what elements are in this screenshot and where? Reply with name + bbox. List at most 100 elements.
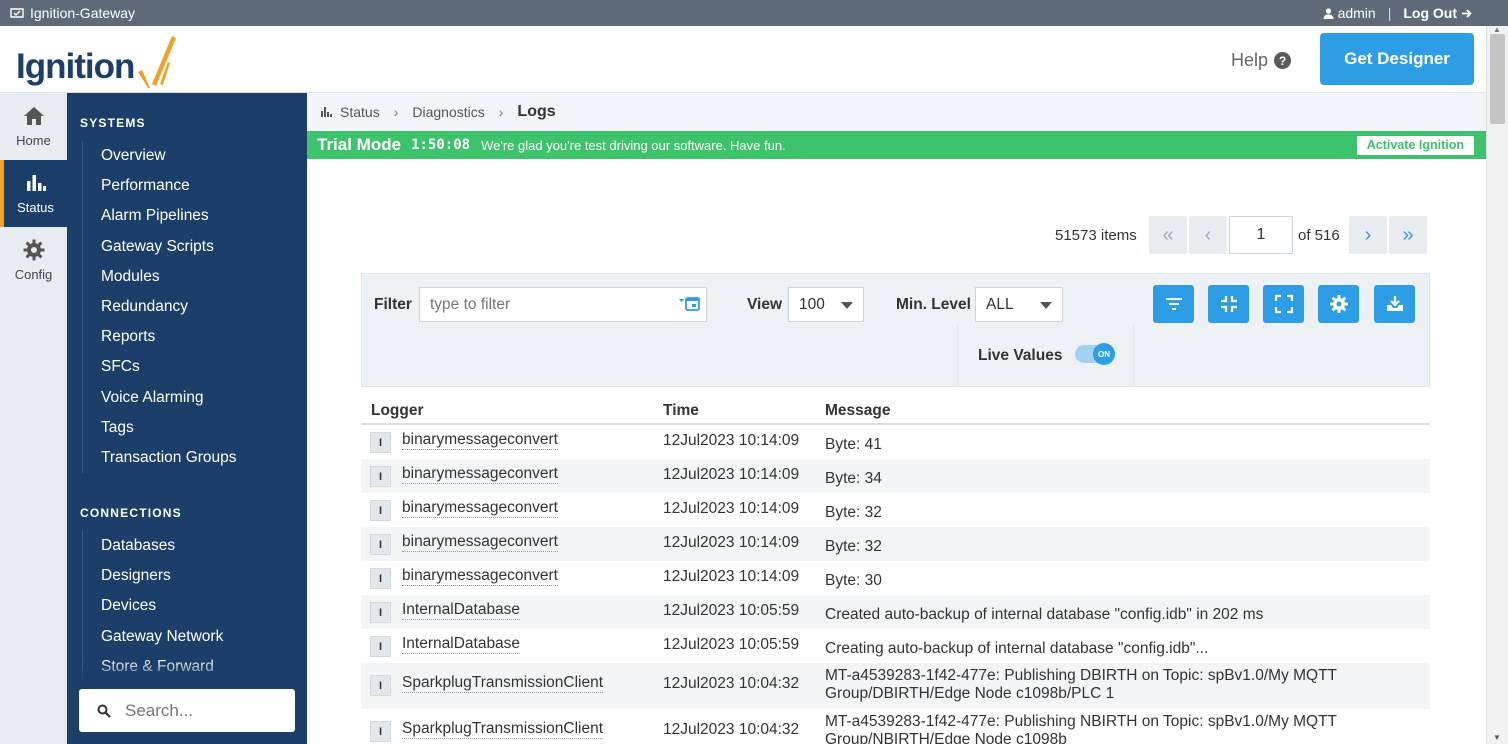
help-label: Help bbox=[1231, 50, 1269, 70]
breadcrumb-diagnostics[interactable]: Diagnostics bbox=[412, 104, 484, 120]
log-time: 12Jul2023 10:04:32 bbox=[663, 675, 800, 692]
filter-button[interactable] bbox=[1153, 285, 1194, 323]
log-message: MT-a4539283-1f42-477e: Publishing DBIRTH… bbox=[825, 667, 1337, 702]
activate-ignition-button[interactable]: Activate Ignition bbox=[1356, 136, 1474, 155]
view-label: View bbox=[747, 296, 783, 313]
user-menu[interactable]: admin bbox=[1323, 5, 1376, 21]
sidebar-item-modules[interactable]: Modules bbox=[83, 262, 287, 292]
log-time: 12Jul2023 10:05:59 bbox=[663, 636, 800, 653]
table-row: I InternalDatabase 12Jul2023 10:05:59 Creat… bbox=[361, 629, 1430, 663]
log-level-badge: I bbox=[370, 675, 391, 696]
logger-link[interactable]: InternalDatabase bbox=[402, 635, 521, 654]
column-message[interactable]: Message bbox=[825, 402, 890, 420]
sidebar-item-tags[interactable]: Tags bbox=[83, 413, 287, 443]
bar-chart-icon bbox=[321, 107, 332, 117]
sidebar-item-transaction-groups[interactable]: Transaction Groups bbox=[83, 443, 287, 473]
sidebar-search-input[interactable] bbox=[125, 700, 285, 721]
logger-link[interactable]: SparkplugTransmissionClient bbox=[402, 674, 604, 693]
collapse-button[interactable] bbox=[1208, 285, 1249, 323]
breadcrumb-current: Logs bbox=[517, 103, 556, 120]
sidebar-item-sfcs[interactable]: SFCs bbox=[83, 352, 287, 382]
systems-section-title: SYSTEMS bbox=[80, 116, 146, 130]
table-row: Ibinarymessageconvert 12Jul2023 10:14:09 B… bbox=[361, 425, 1430, 459]
gear-icon bbox=[1329, 295, 1348, 313]
logger-link[interactable]: binarymessageconvert bbox=[402, 567, 558, 586]
table-row: Ibinarymessageconvert 12Jul2023 10:14:09 B… bbox=[361, 527, 1430, 561]
table-body: Ibinarymessageconvert 12Jul2023 10:14:09 B… bbox=[361, 425, 1430, 744]
sidebar-item-reports[interactable]: Reports bbox=[83, 322, 287, 352]
download-button[interactable] bbox=[1374, 285, 1415, 323]
log-time: 12Jul2023 10:14:09 bbox=[663, 534, 800, 551]
get-designer-button[interactable]: Get Designer bbox=[1320, 33, 1474, 85]
sidebar-item-gateway-scripts[interactable]: Gateway Scripts bbox=[83, 232, 287, 262]
logout-button[interactable]: Log Out bbox=[1403, 5, 1472, 21]
trial-message: We're glad you're test driving our softw… bbox=[481, 137, 786, 153]
scrollbar-thumb[interactable] bbox=[1490, 34, 1505, 124]
expand-button[interactable] bbox=[1263, 285, 1304, 323]
sidebar: SYSTEMS Overview Performance Alarm Pipel… bbox=[67, 93, 307, 744]
log-toolbar: Filter View 100 Min. Level ALL Live Valu… bbox=[361, 273, 1430, 387]
min-level-value: ALL bbox=[986, 296, 1014, 313]
window-titlebar: Ignition-Gateway admin | Log Out bbox=[0, 0, 1508, 26]
settings-button[interactable] bbox=[1318, 285, 1359, 323]
window-title: Ignition-Gateway bbox=[10, 5, 135, 21]
breadcrumb-status[interactable]: Status bbox=[340, 104, 380, 120]
username: admin bbox=[1337, 5, 1376, 21]
scroll-up-icon[interactable]: ▲ bbox=[1493, 25, 1501, 34]
log-time: 12Jul2023 10:04:32 bbox=[663, 721, 800, 738]
sidebar-item-overview[interactable]: Overview bbox=[83, 141, 287, 171]
logger-link[interactable]: SparkplugTransmissionClient bbox=[402, 720, 604, 739]
nav-config[interactable]: Config bbox=[0, 227, 67, 294]
filter-input[interactable] bbox=[419, 287, 707, 322]
log-level-badge: I bbox=[370, 602, 391, 623]
log-time: 12Jul2023 10:14:09 bbox=[663, 432, 800, 449]
filter-options-icon[interactable] bbox=[678, 296, 700, 312]
sidebar-item-voice-alarming[interactable]: Voice Alarming bbox=[83, 383, 287, 413]
sidebar-item-performance[interactable]: Performance bbox=[83, 171, 287, 201]
page-scrollbar[interactable]: ▲ ▼ bbox=[1486, 25, 1508, 744]
sidebar-item-gateway-network[interactable]: Gateway Network bbox=[83, 622, 287, 652]
sidebar-fade bbox=[67, 659, 307, 683]
page-number-input[interactable] bbox=[1229, 216, 1293, 254]
help-link[interactable]: Help ? bbox=[1231, 50, 1292, 71]
logger-link[interactable]: InternalDatabase bbox=[402, 601, 521, 620]
sidebar-item-alarm-pipelines[interactable]: Alarm Pipelines bbox=[83, 201, 287, 231]
column-time[interactable]: Time bbox=[663, 402, 699, 420]
table-row: I SparkplugTransmissionClient 12Jul2023 10… bbox=[361, 663, 1430, 709]
log-message: MT-a4539283-1f42-477e: Publishing NBIRTH… bbox=[825, 713, 1337, 744]
logger-link[interactable]: binarymessageconvert bbox=[402, 465, 558, 484]
view-select[interactable]: 100 bbox=[788, 287, 864, 322]
live-values-panel: Live Values ON bbox=[957, 325, 1134, 387]
logout-label: Log Out bbox=[1403, 5, 1457, 21]
nav-status[interactable]: Status bbox=[0, 160, 67, 227]
view-value: 100 bbox=[799, 296, 825, 313]
first-page-button[interactable]: « bbox=[1149, 216, 1187, 254]
logger-link[interactable]: binarymessageconvert bbox=[402, 533, 558, 552]
nav-home[interactable]: Home bbox=[0, 93, 67, 160]
sidebar-item-redundancy[interactable]: Redundancy bbox=[83, 292, 287, 322]
logger-link[interactable]: binarymessageconvert bbox=[402, 431, 558, 450]
log-message: Byte: 32 bbox=[825, 538, 882, 555]
next-page-button[interactable]: › bbox=[1349, 216, 1387, 254]
prev-page-button[interactable]: ‹ bbox=[1189, 216, 1227, 254]
table-header: Logger Time Message bbox=[361, 397, 1430, 425]
log-time: 12Jul2023 10:14:09 bbox=[663, 568, 800, 585]
log-level-badge: I bbox=[370, 721, 391, 742]
last-page-button[interactable]: » bbox=[1389, 216, 1427, 254]
caret-down-icon bbox=[1040, 302, 1052, 309]
filter-label: Filter bbox=[374, 296, 412, 313]
live-values-toggle[interactable]: ON bbox=[1075, 343, 1115, 365]
sidebar-search[interactable] bbox=[79, 689, 295, 732]
gateway-icon bbox=[10, 8, 24, 18]
scroll-down-icon[interactable]: ▼ bbox=[1493, 733, 1501, 742]
sidebar-item-devices[interactable]: Devices bbox=[83, 591, 287, 621]
ignition-logo[interactable]: Ignition bbox=[16, 30, 177, 90]
sidebar-item-designers[interactable]: Designers bbox=[83, 561, 287, 591]
filter-lines-icon bbox=[1165, 298, 1182, 310]
arrow-right-icon bbox=[1462, 8, 1472, 18]
sidebar-item-databases[interactable]: Databases bbox=[83, 531, 287, 561]
column-logger[interactable]: Logger bbox=[371, 402, 424, 420]
logger-link[interactable]: binarymessageconvert bbox=[402, 499, 558, 518]
table-row: Ibinarymessageconvert 12Jul2023 10:14:09 B… bbox=[361, 459, 1430, 493]
min-level-select[interactable]: ALL bbox=[975, 287, 1063, 322]
